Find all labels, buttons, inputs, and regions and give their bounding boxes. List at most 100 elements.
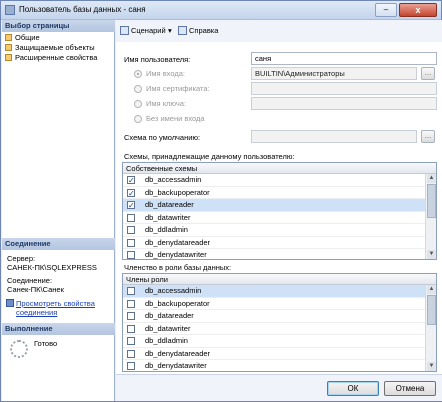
list-item[interactable]: db_datareader — [123, 310, 436, 323]
role-membership-grid[interactable]: Члены роли db_accessadmin db_backupoperat… — [122, 273, 437, 372]
list-item-label: db_backupoperator — [145, 187, 210, 197]
list-item[interactable]: db_denydatareader — [123, 348, 436, 360]
database-user-dialog: Пользователь базы данных - саня – x Выбо… — [0, 0, 442, 402]
left-pane: Выбор страницы Общие Защищаемые объекты … — [2, 20, 115, 401]
status-text: Готово — [34, 339, 58, 348]
list-item-label: db_backupoperator — [145, 298, 210, 308]
username-label: Имя пользователя: — [124, 55, 191, 64]
list-item[interactable]: db_ddladmin — [123, 335, 436, 348]
close-button[interactable]: x — [399, 3, 437, 17]
title-bar: Пользователь базы данных - саня – x — [1, 1, 441, 20]
view-connection-properties-link[interactable]: Просмотреть свойства — [16, 299, 95, 308]
page-icon — [5, 54, 12, 61]
list-item[interactable]: ✓ db_backupoperator — [123, 187, 436, 199]
select-page-header: Выбор страницы — [2, 20, 115, 32]
help-button[interactable]: Справка — [178, 25, 218, 37]
list-item[interactable]: db_denydatawriter — [123, 249, 436, 259]
key-name-label: Имя ключа: — [146, 99, 187, 108]
scroll-down-icon[interactable]: ▼ — [427, 362, 436, 371]
server-value: САНЕК-ПК\SQLEXPRESS — [7, 263, 97, 272]
list-item[interactable]: db_ddladmin — [123, 224, 436, 237]
server-label: Сервер: — [7, 254, 36, 263]
list-item-label: db_datareader — [145, 311, 194, 320]
list-item-label: db_accessadmin — [145, 175, 202, 184]
role-membership-label: Членство в роли базы данных: — [124, 263, 232, 272]
list-item-label: db_datawriter — [145, 323, 191, 333]
connection-label: Соединение: — [7, 276, 53, 285]
scroll-up-icon[interactable]: ▲ — [427, 174, 436, 183]
default-schema-label: Схема по умолчанию: — [124, 133, 201, 142]
list-item[interactable]: ✓ db_accessadmin — [123, 174, 436, 187]
checkbox-checked[interactable]: ✓ — [127, 201, 135, 210]
list-item[interactable]: db_datawriter — [123, 212, 436, 224]
cancel-button[interactable]: Отмена — [384, 381, 436, 396]
username-input[interactable]: саня — [251, 52, 437, 65]
checkbox-unchecked[interactable] — [127, 251, 135, 259]
list-item-label: db_datareader — [145, 200, 194, 209]
list-item[interactable]: db_denydatareader — [123, 237, 436, 249]
without-login-radio[interactable] — [134, 115, 142, 123]
scroll-thumb[interactable] — [427, 184, 436, 218]
minimize-button[interactable]: – — [375, 3, 397, 17]
key-radio[interactable] — [134, 100, 142, 108]
checkbox-checked[interactable]: ✓ — [127, 176, 135, 185]
connection-value: Санек-ПК\Санек — [7, 285, 64, 294]
list-item-label: db_accessadmin — [145, 286, 202, 295]
list-item-label: db_ddladmin — [145, 336, 188, 345]
checkbox-unchecked[interactable] — [127, 213, 135, 222]
properties-icon — [6, 299, 14, 307]
page-icon — [5, 34, 12, 41]
nav-item-extended-properties[interactable]: Расширенные свойства — [5, 53, 97, 63]
progress-spinner-icon — [10, 340, 28, 358]
checkbox-checked[interactable]: ✓ — [127, 188, 135, 197]
owned-schemas-rows: ✓ db_accessadmin ✓ db_backupoperator ✓ db_dat… — [123, 174, 436, 259]
script-button[interactable]: Сценарий — [120, 25, 166, 37]
certificate-name-label: Имя сертификата: — [146, 84, 210, 93]
nav-item-general[interactable]: Общие — [5, 33, 40, 43]
default-schema-input[interactable] — [251, 130, 417, 143]
general-page: Имя пользователя: саня Имя входа: BUILTI… — [116, 42, 442, 374]
scroll-down-icon[interactable]: ▼ — [427, 250, 436, 259]
owned-schemas-scrollbar[interactable]: ▲ ▼ — [425, 174, 436, 259]
certificate-radio[interactable] — [134, 85, 142, 93]
nav-item-securables[interactable]: Защищаемые объекты — [5, 43, 95, 53]
list-item-label: db_denydatawriter — [145, 361, 207, 370]
checkbox-unchecked[interactable] — [127, 299, 135, 308]
login-name-radio[interactable] — [134, 70, 142, 78]
help-icon — [178, 26, 187, 35]
checkbox-unchecked[interactable] — [127, 349, 135, 358]
login-browse-button[interactable]: ... — [421, 67, 435, 80]
key-name-input[interactable] — [251, 97, 437, 110]
checkbox-unchecked[interactable] — [127, 324, 135, 333]
script-icon — [120, 26, 129, 35]
checkbox-unchecked[interactable] — [127, 362, 135, 370]
app-icon — [5, 5, 15, 15]
checkbox-unchecked[interactable] — [127, 337, 135, 345]
window-title: Пользователь базы данных - саня — [19, 5, 146, 14]
scroll-up-icon[interactable]: ▲ — [427, 285, 436, 294]
without-login-label: Без имени входа — [146, 114, 205, 123]
role-membership-header: Члены роли — [123, 274, 436, 285]
default-schema-browse-button[interactable]: ... — [421, 130, 435, 143]
list-item[interactable]: db_datawriter — [123, 323, 436, 335]
toolbar: Сценарий ▾ Справка — [116, 20, 442, 42]
list-item-label: db_denydatareader — [145, 237, 211, 247]
checkbox-unchecked[interactable] — [127, 312, 135, 320]
list-item[interactable]: db_backupoperator — [123, 298, 436, 310]
page-icon — [5, 44, 12, 51]
checkbox-unchecked[interactable] — [127, 238, 135, 247]
list-item[interactable]: ✓ db_datareader — [123, 199, 436, 212]
role-membership-scrollbar[interactable]: ▲ ▼ — [425, 285, 436, 371]
owned-schemas-label: Схемы, принадлежащие данному пользовател… — [124, 152, 295, 161]
owned-schemas-grid[interactable]: Собственные схемы ✓ db_accessadmin ✓ db_bac… — [122, 162, 437, 260]
checkbox-unchecked[interactable] — [127, 287, 135, 295]
certificate-name-input[interactable] — [251, 82, 437, 95]
checkbox-unchecked[interactable] — [127, 226, 135, 234]
script-dropdown-arrow[interactable]: ▾ — [168, 25, 172, 37]
scroll-thumb[interactable] — [427, 295, 436, 325]
ok-button[interactable]: ОК — [327, 381, 379, 396]
view-connection-properties-link-2[interactable]: соединения — [16, 308, 57, 317]
list-item[interactable]: db_accessadmin — [123, 285, 436, 298]
login-name-input[interactable]: BUILTIN\Администраторы — [251, 67, 417, 80]
list-item[interactable]: db_denydatawriter — [123, 360, 436, 371]
